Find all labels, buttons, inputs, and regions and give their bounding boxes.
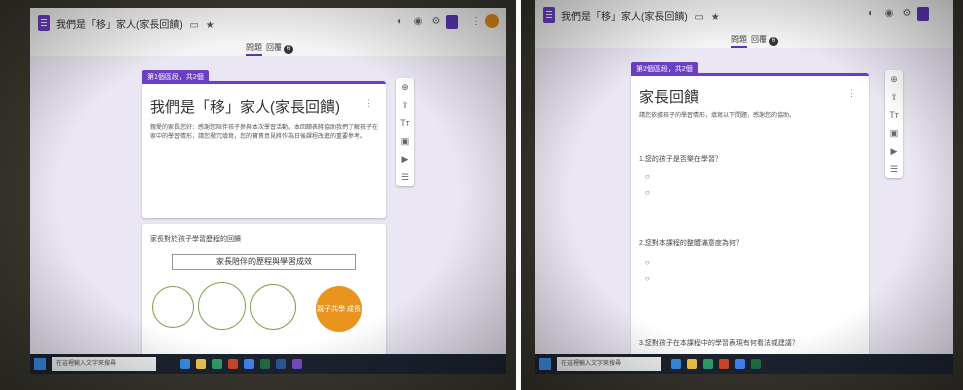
- taskview-icon[interactable]: [671, 359, 681, 369]
- option-mark: ○: [645, 172, 650, 181]
- windows-taskbar: 在這裡輸入文字來搜尋 ​: [30, 354, 506, 374]
- tab-questions[interactable]: 問題: [731, 34, 747, 48]
- photo-left-monitor: 我們是「移」家人(家長回饋) ▭ ★ ◐ ◉ ⚙ ​ ⋮ 問題 回覆6 第1個區…: [0, 0, 516, 390]
- windows-taskbar: 在這裡輸入文字來搜尋: [535, 354, 953, 374]
- settings-icon[interactable]: ⚙: [430, 16, 442, 28]
- eye-icon[interactable]: ◉: [883, 8, 895, 20]
- folder-icon[interactable]: ▭: [189, 20, 198, 31]
- star-icon[interactable]: ★: [711, 12, 720, 23]
- more-vert-icon[interactable]: ⋮: [364, 98, 373, 109]
- excel-icon[interactable]: [751, 359, 761, 369]
- floating-toolbar: ⊕ ⇪ Tт ▣ ▶ ☰: [885, 70, 903, 178]
- image-icon[interactable]: ▣: [885, 124, 903, 142]
- form-canvas: 第1個區段，共2個 我們是「移」家人(家長回饋) ⋮ 親愛的家長您好：感謝您陪伴…: [30, 56, 506, 364]
- windows-start-icon[interactable]: [34, 358, 46, 370]
- chrome-icon[interactable]: [735, 359, 745, 369]
- explorer-icon[interactable]: [687, 359, 697, 369]
- add-circle-icon[interactable]: ⊕: [885, 70, 903, 88]
- taskbar-search[interactable]: 在這裡輸入文字來搜尋: [557, 357, 661, 371]
- image-block-card[interactable]: 家長對於孩子學習歷程的回饋 家長陪伴的歷程與學習成效 親子共學 成長: [142, 224, 386, 364]
- form-description[interactable]: 親愛的家長您好：感謝您陪伴孩子參與本次學習活動。本回饋表將協助我們了解孩子在家中…: [150, 124, 378, 142]
- windows-start-icon[interactable]: [539, 358, 551, 370]
- title-icon[interactable]: Tт: [885, 106, 903, 124]
- edge-icon[interactable]: [703, 359, 713, 369]
- question-3[interactable]: 3.您對孩子在本課程中的學習表現有何看法或建議？: [639, 338, 799, 348]
- browser-window-left: 我們是「移」家人(家長回饋) ▭ ★ ◐ ◉ ⚙ ​ ⋮ 問題 回覆6 第1個區…: [30, 8, 506, 374]
- question-2[interactable]: 2.您對本課程的整體滿意度為何？: [639, 238, 743, 248]
- option-mark: ○: [645, 188, 650, 197]
- form-description[interactable]: 請您依據孩子的學習情形，填寫以下問題，感謝您的協助。: [639, 112, 861, 121]
- more-vert-icon[interactable]: ⋮: [847, 88, 856, 99]
- folder-icon[interactable]: ▭: [694, 12, 703, 23]
- question-1[interactable]: 1.您的孩子是否樂在學習？: [639, 154, 722, 164]
- chrome-icon[interactable]: [244, 359, 254, 369]
- excel-icon[interactable]: [260, 359, 270, 369]
- palette-icon[interactable]: ◐: [394, 16, 406, 28]
- forms-logo-icon[interactable]: [38, 15, 50, 31]
- tab-bar: 問題 回覆 6: [30, 38, 506, 56]
- responses-count-badge: 6: [769, 37, 778, 46]
- star-icon[interactable]: ★: [206, 20, 215, 31]
- tab-responses[interactable]: 回覆 6: [751, 34, 778, 46]
- import-icon[interactable]: ⇪: [396, 96, 414, 114]
- option-mark: ○: [645, 258, 650, 267]
- video-icon[interactable]: ▶: [885, 142, 903, 160]
- avatar[interactable]: [485, 14, 499, 28]
- section-icon[interactable]: ☰: [396, 168, 414, 186]
- diagram-bubble: [198, 282, 246, 330]
- eye-icon[interactable]: ◉: [412, 16, 424, 28]
- forms-header: 我們是「移」家人(家長回饋) ▭ ★ ◐ ◉ ⚙ ​: [535, 0, 953, 31]
- forms-header: 我們是「移」家人(家長回饋) ▭ ★ ◐ ◉ ⚙ ​ ⋮: [30, 8, 506, 39]
- explorer-icon[interactable]: [196, 359, 206, 369]
- floating-toolbar: ⊕ ⇪ Tт ▣ ▶ ☰: [396, 78, 414, 186]
- tab-responses-label: 回覆: [266, 43, 282, 52]
- image-caption: 家長對於孩子學習歷程的回饋: [150, 236, 241, 243]
- diagram-orange-bubble: 親子共學 成長: [316, 286, 362, 332]
- doc-title[interactable]: 我們是「移」家人(家長回饋): [56, 20, 183, 31]
- form-title[interactable]: 我們是「移」家人(家長回饋): [150, 96, 340, 117]
- doc-title[interactable]: 我們是「移」家人(家長回饋): [561, 12, 688, 23]
- option-mark: ○: [645, 274, 650, 283]
- settings-icon[interactable]: ⚙: [901, 8, 913, 20]
- video-icon[interactable]: ▶: [396, 150, 414, 168]
- add-circle-icon[interactable]: ⊕: [396, 78, 414, 96]
- office-icon[interactable]: [228, 359, 238, 369]
- edge-icon[interactable]: [212, 359, 222, 369]
- form-title[interactable]: 家長回饋: [639, 86, 699, 107]
- form-section-card[interactable]: 家長回饋 ⋮ 請您依據孩子的學習情形，填寫以下問題，感謝您的協助。 1.您的孩子…: [631, 73, 869, 374]
- diagram-bubble: [152, 286, 194, 328]
- photo-right-monitor: 我們是「移」家人(家長回饋) ▭ ★ ◐ ◉ ⚙ ​ 問題 回覆6 第2個區段，…: [521, 0, 963, 390]
- more-vert-icon[interactable]: ⋮: [470, 16, 482, 28]
- form-canvas: 第2個區段，共2個 家長回饋 ⋮ 請您依據孩子的學習情形，填寫以下問題，感謝您的…: [535, 48, 953, 374]
- responses-count-badge: 6: [284, 45, 293, 54]
- send-button[interactable]: ​: [446, 15, 458, 29]
- word-icon[interactable]: [276, 359, 286, 369]
- import-icon[interactable]: ⇪: [885, 88, 903, 106]
- taskview-icon[interactable]: [180, 359, 190, 369]
- palette-icon[interactable]: ◐: [865, 8, 877, 20]
- tab-responses[interactable]: 回覆 6: [266, 42, 293, 54]
- browser-window-right: 我們是「移」家人(家長回饋) ▭ ★ ◐ ◉ ⚙ ​ 問題 回覆6 第2個區段，…: [535, 0, 953, 374]
- send-button[interactable]: ​: [917, 7, 929, 21]
- image-icon[interactable]: ▣: [396, 132, 414, 150]
- tab-bar: 問題 回覆 6: [535, 30, 953, 48]
- office-icon[interactable]: [719, 359, 729, 369]
- title-icon[interactable]: Tт: [396, 114, 414, 132]
- forms-logo-icon[interactable]: [543, 7, 555, 23]
- app-icon[interactable]: [292, 359, 302, 369]
- section-icon[interactable]: ☰: [885, 160, 903, 178]
- diagram-title: 家長陪伴的歷程與學習成效: [172, 254, 356, 270]
- diagram-bubble: [250, 284, 296, 330]
- form-header-card[interactable]: 我們是「移」家人(家長回饋) ⋮ 親愛的家長您好：感謝您陪伴孩子參與本次學習活動…: [142, 81, 386, 218]
- taskbar-search[interactable]: 在這裡輸入文字來搜尋: [52, 357, 156, 371]
- tab-questions[interactable]: 問題: [246, 42, 262, 56]
- tab-responses-label: 回覆: [751, 35, 767, 44]
